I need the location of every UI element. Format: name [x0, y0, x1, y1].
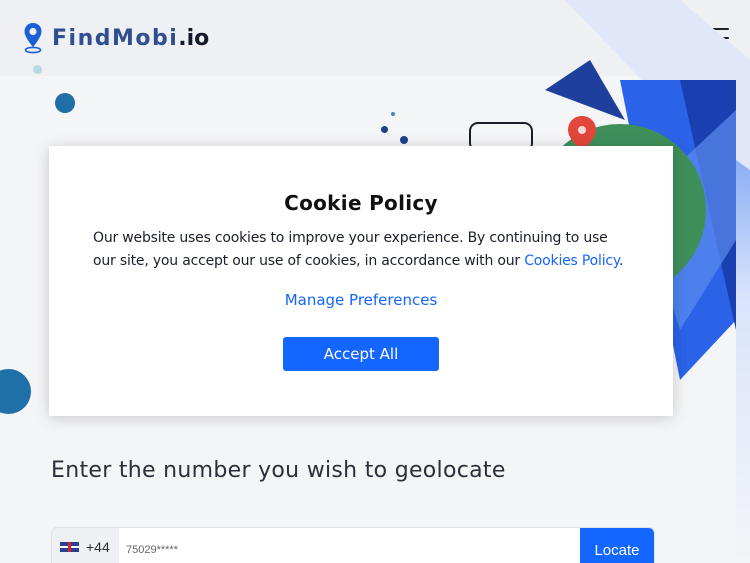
cookie-message-end: .: [618, 253, 624, 269]
locate-button[interactable]: Locate: [580, 528, 654, 563]
modal-title: Cookie Policy: [284, 191, 438, 215]
uk-flag-icon: [60, 542, 79, 552]
location-pin-icon: [24, 23, 42, 54]
accept-all-button[interactable]: Accept All: [283, 337, 439, 371]
deco-dot: [400, 136, 408, 144]
country-code-select[interactable]: +44: [52, 528, 119, 563]
cookies-policy-link[interactable]: Cookies Policy: [524, 253, 619, 269]
modal-body-text: Our website uses cookies to improve your…: [93, 227, 629, 273]
deco-half-circle: [0, 369, 31, 414]
logo-text: FindMobi.io: [52, 26, 209, 51]
deco-dot: [381, 126, 388, 133]
manage-preferences-link[interactable]: Manage Preferences: [49, 291, 673, 309]
logo-brand: FindMobi: [52, 25, 179, 51]
cookie-policy-modal: Cookie Policy Our website uses cookies t…: [49, 146, 673, 416]
phone-search-form: +44 Locate: [51, 527, 655, 563]
logo[interactable]: FindMobi.io: [23, 22, 209, 54]
phone-number-input[interactable]: [119, 528, 580, 563]
deco-dot: [33, 65, 42, 74]
geolocate-prompt: Enter the number you wish to geolocate: [51, 458, 506, 483]
deco-dot: [391, 112, 395, 116]
country-code: +44: [86, 539, 110, 555]
logo-tld: .io: [178, 25, 210, 51]
deco-dot: [55, 93, 75, 113]
